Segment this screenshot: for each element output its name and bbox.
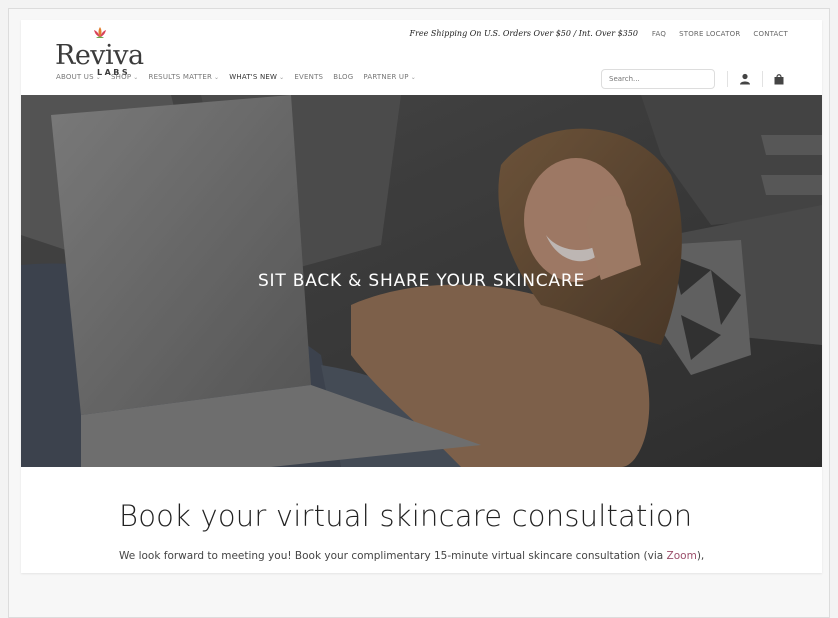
- faq-link[interactable]: FAQ: [652, 30, 666, 38]
- chevron-down-icon: ⌄: [410, 73, 416, 81]
- main-nav: ABOUT US ⌄ SHOP ⌄ RESULTS MATTER ⌄ WHAT'S N…: [56, 73, 416, 81]
- store-locator-link[interactable]: STORE LOCATOR: [679, 30, 740, 38]
- nav-label: ABOUT US: [56, 73, 94, 81]
- intro-text: We look forward to meeting you! Book you…: [119, 550, 667, 562]
- chevron-down-icon: ⌄: [133, 73, 139, 81]
- contact-link[interactable]: CONTACT: [753, 30, 788, 38]
- nav-partner-up[interactable]: PARTNER UP ⌄: [363, 73, 416, 81]
- chevron-down-icon: ⌄: [214, 73, 220, 81]
- nav-label: BLOG: [333, 73, 354, 81]
- nav-results-matter[interactable]: RESULTS MATTER ⌄: [149, 73, 220, 81]
- page-title: Book your virtual skincare consultation: [119, 499, 693, 533]
- nav-label: WHAT'S NEW: [229, 73, 278, 81]
- chevron-down-icon: ⌄: [95, 73, 102, 81]
- nav-label: RESULTS MATTER: [148, 73, 213, 81]
- intro-text-end: ),: [696, 550, 705, 562]
- account-icon[interactable]: [739, 73, 751, 85]
- nav-blog[interactable]: BLOG: [333, 73, 353, 81]
- nav-label: EVENTS: [294, 73, 324, 81]
- chevron-down-icon: ⌄: [279, 73, 285, 81]
- intro-paragraph: We look forward to meeting you! Book you…: [119, 550, 704, 562]
- nav-shop[interactable]: SHOP ⌄: [111, 73, 138, 81]
- nav-events[interactable]: EVENTS: [294, 73, 323, 81]
- shipping-notice: Free Shipping On U.S. Orders Over $50 / …: [409, 29, 638, 38]
- nav-label: PARTNER UP: [363, 73, 409, 81]
- divider: [727, 71, 728, 87]
- nav-label: SHOP: [111, 73, 132, 81]
- top-bar: Free Shipping On U.S. Orders Over $50 / …: [410, 29, 788, 38]
- shopping-bag-icon[interactable]: [773, 73, 785, 85]
- nav-whats-new[interactable]: WHAT'S NEW ⌄: [229, 73, 284, 81]
- hero-banner: SIT BACK & SHARE YOUR SKINCARE: [21, 95, 822, 467]
- hero-title: SIT BACK & SHARE YOUR SKINCARE: [257, 271, 586, 291]
- divider: [762, 71, 763, 87]
- lotus-icon: [94, 27, 106, 38]
- page: Reviva LABS Free Shipping On U.S. Orders…: [21, 20, 822, 573]
- nav-about-us[interactable]: ABOUT US ⌄: [56, 73, 101, 81]
- search-input[interactable]: [601, 69, 715, 89]
- zoom-link[interactable]: Zoom: [667, 550, 697, 562]
- logo-wordmark: Reviva: [55, 40, 144, 71]
